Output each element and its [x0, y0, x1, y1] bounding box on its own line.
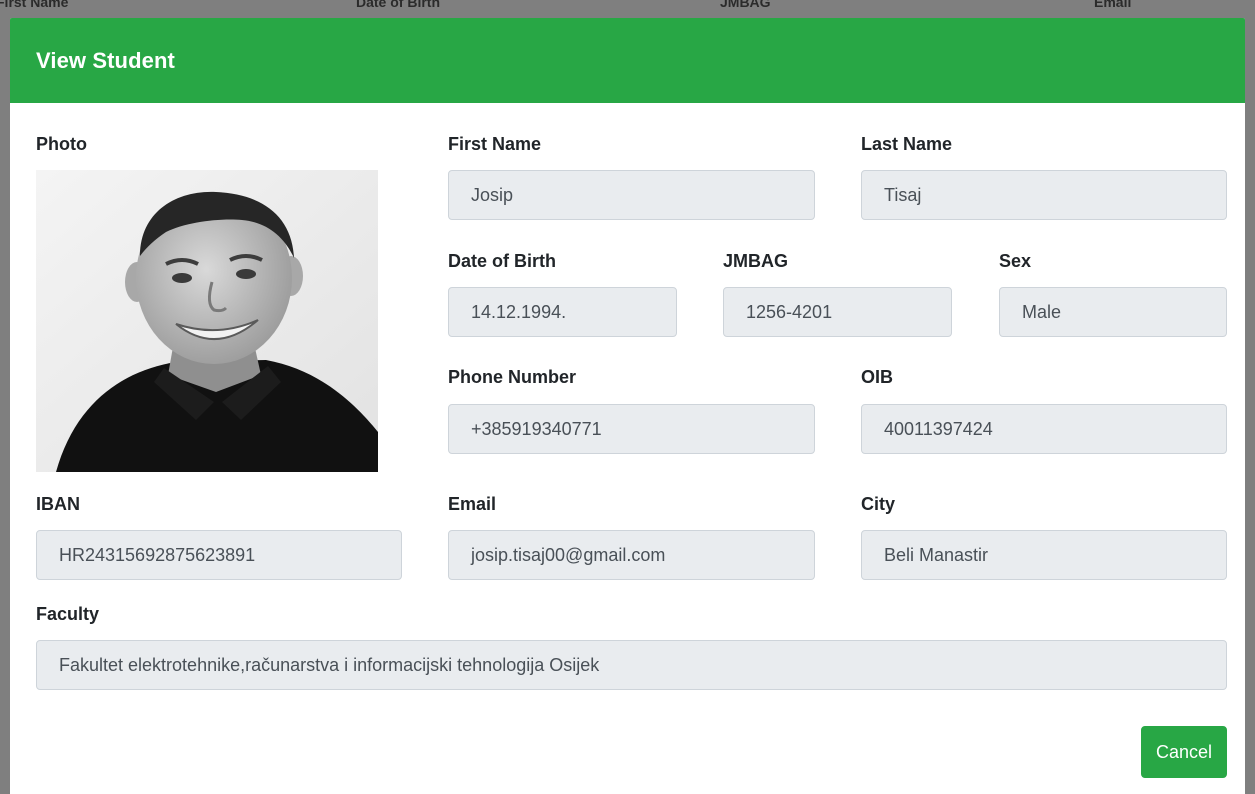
first-name-label: First Name: [448, 134, 542, 154]
city-label: City: [861, 494, 896, 514]
view-student-modal: View Student Photo First Name Josip Last…: [10, 18, 1245, 794]
email-field[interactable]: josip.tisaj00@gmail.com: [448, 530, 815, 580]
sex-field[interactable]: Male: [999, 287, 1227, 337]
sex-label: Sex: [999, 251, 1032, 271]
city-field[interactable]: Beli Manastir: [861, 530, 1227, 580]
phone-number-field[interactable]: +385919340771: [448, 404, 815, 454]
faculty-field[interactable]: Fakultet elektrotehnike,računarstva i in…: [36, 640, 1227, 690]
student-photo: [36, 170, 378, 472]
faculty-label: Faculty: [36, 604, 100, 624]
bg-col-first-name: First Name: [0, 0, 69, 10]
bg-col-jmbag: JMBAG: [720, 0, 771, 10]
modal-title: View Student: [36, 48, 175, 73]
photo-label: Photo: [36, 134, 87, 154]
modal-header: View Student: [10, 18, 1245, 103]
student-photo-image: [36, 170, 378, 472]
last-name-field[interactable]: Tisaj: [861, 170, 1227, 220]
phone-number-label: Phone Number: [448, 367, 577, 387]
iban-field[interactable]: HR24315692875623891: [36, 530, 402, 580]
date-of-birth-label: Date of Birth: [448, 251, 556, 271]
oib-label: OIB: [861, 367, 894, 387]
email-label: Email: [448, 494, 497, 514]
oib-field[interactable]: 40011397424: [861, 404, 1227, 454]
iban-label: IBAN: [36, 494, 80, 514]
last-name-label: Last Name: [861, 134, 953, 154]
cancel-button[interactable]: Cancel: [1141, 726, 1227, 778]
background-table-header: First Name Date of Birth JMBAG Email: [0, 0, 1255, 14]
bg-col-email: Email: [1094, 0, 1132, 10]
jmbag-field[interactable]: 1256-4201: [723, 287, 952, 337]
bg-col-date-of-birth: Date of Birth: [356, 0, 440, 10]
date-of-birth-field[interactable]: 14.12.1994.: [448, 287, 677, 337]
jmbag-label: JMBAG: [723, 251, 789, 271]
first-name-field[interactable]: Josip: [448, 170, 815, 220]
